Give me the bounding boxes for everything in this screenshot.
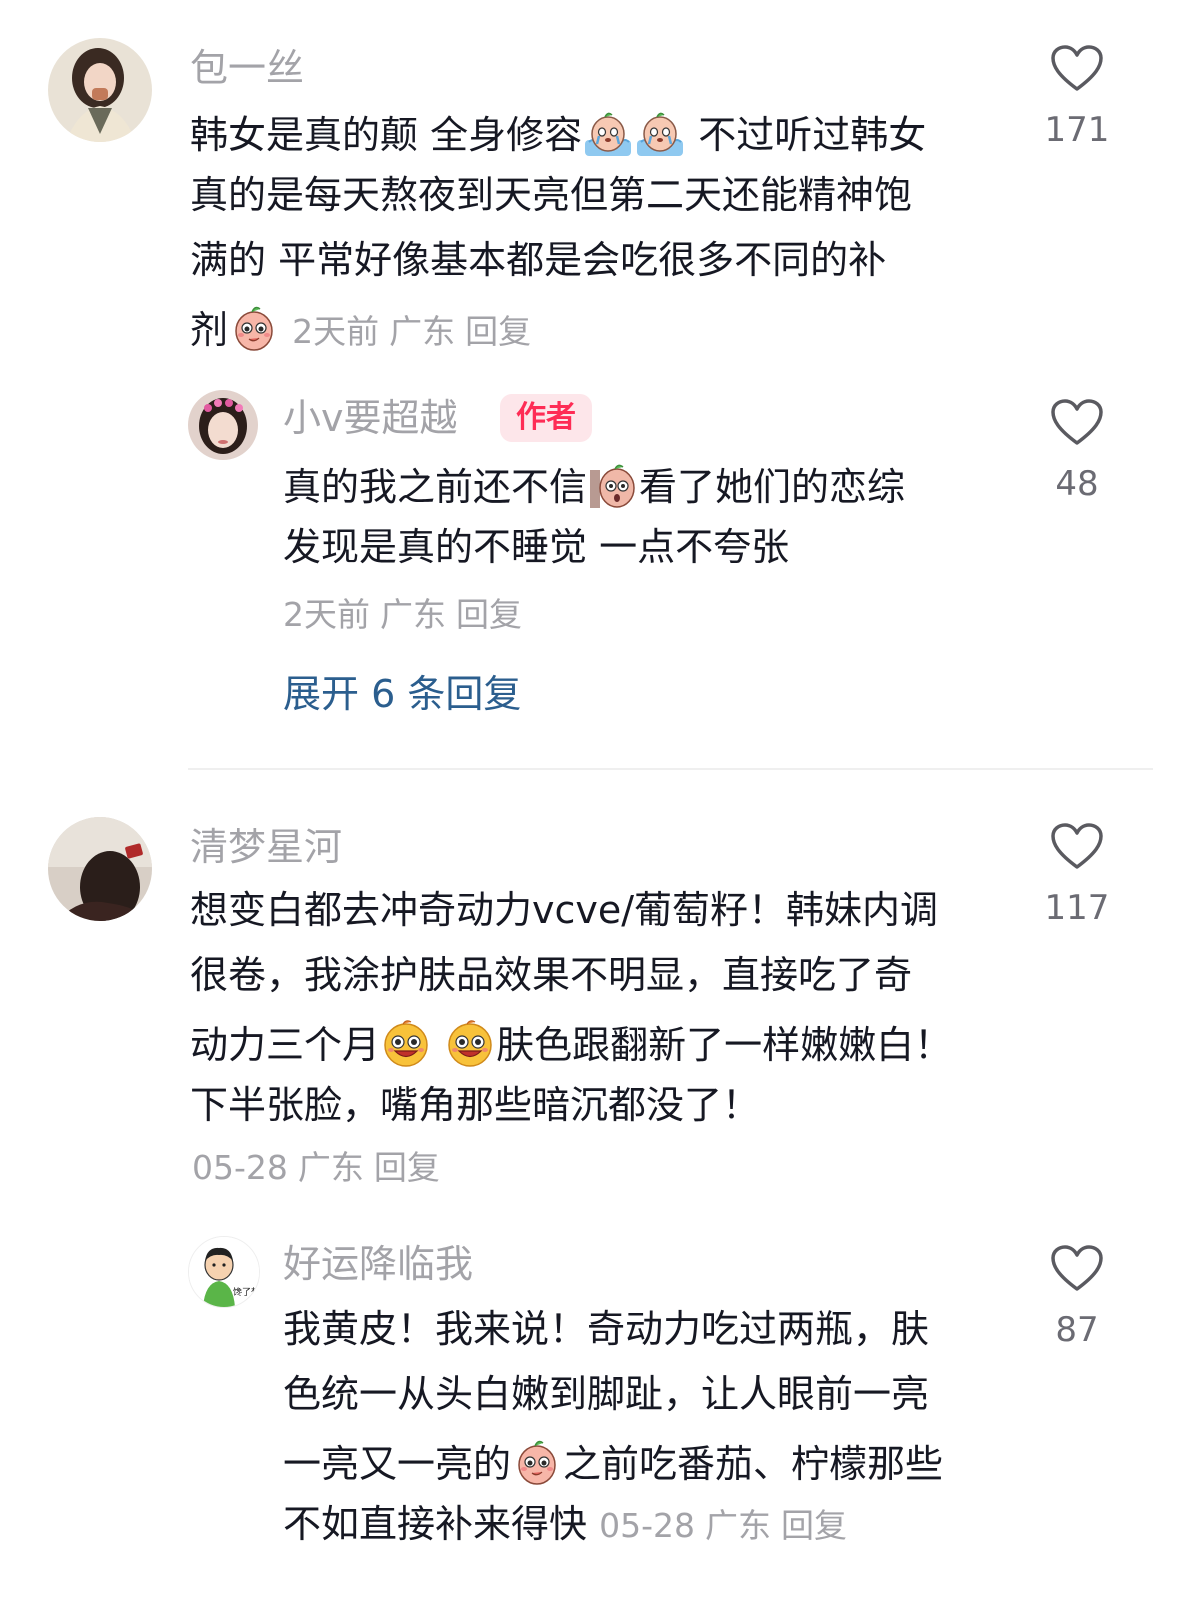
reply-button[interactable]: 回复 (374, 1148, 440, 1187)
reply-username[interactable]: 小v要超越 (283, 396, 458, 440)
comment-location: 广东 (297, 1148, 364, 1187)
comment-time: 2天前 (292, 312, 380, 351)
reply-location: 广东 (380, 595, 446, 634)
reply-button[interactable]: 回复 (456, 595, 522, 634)
comment-text-line: 很卷，我涂护肤品效果不明显，直接吃了奇 (190, 953, 913, 997)
avatar[interactable] (48, 817, 152, 921)
comment-text-line: 下半张脸，嘴角那些暗沉都没了！ (190, 1083, 761, 1127)
reply-text-line: 我黄皮！我来说！奇动力吃过两瓶，肤 (283, 1307, 930, 1351)
comment-meta: 05-28 广东 回复 (192, 1148, 450, 1188)
grin-face-emoji (381, 1018, 431, 1068)
reply-text-line: 不如直接补来得快 05-28 广东 回复 (283, 1502, 857, 1548)
reply-text-line: 一亮又一亮的 之前吃番茄、柠檬那些 (283, 1437, 943, 1487)
avatar[interactable] (188, 390, 258, 460)
comment-divider (188, 768, 1153, 770)
comment-time: 05-28 (192, 1148, 288, 1187)
reply-text-line: 色统一从头白嫩到脚趾，让人眼前一亮 (283, 1372, 930, 1416)
like-heart-icon[interactable] (1050, 398, 1104, 448)
like-count: 117 (1044, 888, 1110, 928)
author-badge: 作者 (500, 394, 592, 442)
reply-username[interactable]: 好运降临我 (283, 1242, 473, 1286)
comment-username[interactable]: 包一丝 (190, 46, 304, 90)
crying-bean-emoji (635, 108, 685, 158)
avatar-caption: 馋了想 (233, 1286, 259, 1298)
reply-meta: 2天前 广东 回复 (283, 595, 532, 635)
like-heart-icon[interactable] (1050, 822, 1104, 872)
comment-text-line: 真的是每天熬夜到天亮但第二天还能精神饱 (190, 173, 913, 217)
reply-location: 广东 (705, 1506, 771, 1545)
like-heart-icon[interactable] (1050, 1244, 1104, 1294)
comment-text-line: 动力三个月 肤色跟翻新了一样嫩嫩白！ (190, 1018, 952, 1068)
reply-text-line: 发现是真的不睡觉 一点不夸张 (283, 525, 790, 569)
reply-button[interactable]: 回复 (781, 1506, 847, 1545)
cute-bean-emoji (229, 303, 279, 353)
comment-meta: 2天前 广东 回复 (292, 312, 541, 351)
reply-button[interactable]: 回复 (465, 312, 531, 351)
reply-time: 05-28 (599, 1506, 695, 1545)
reply-meta: 05-28 广东 回复 (599, 1506, 857, 1545)
like-count: 48 (1055, 464, 1099, 504)
expand-replies-button[interactable]: 展开 6 条回复 (283, 672, 521, 716)
comment-text-line: 韩女是真的颠 全身修容 不过听过韩女 (190, 108, 926, 158)
like-heart-icon[interactable] (1050, 44, 1104, 94)
reply-time: 2天前 (283, 595, 370, 634)
shocked-bean-emoji (588, 460, 638, 510)
comment-location: 广东 (389, 312, 456, 351)
comment-text-line: 满的 平常好像基本都是会吃很多不同的补 (190, 238, 887, 282)
comment-text-line: 剂 2天前 广东 回复 (190, 303, 541, 354)
avatar[interactable] (48, 38, 152, 142)
reply-text-line: 真的我之前还不信 看了她们的恋综 (283, 460, 905, 510)
comment-username[interactable]: 清梦星河 (190, 825, 342, 869)
crying-bean-emoji (583, 108, 633, 158)
like-count: 171 (1044, 110, 1110, 150)
grin-face-emoji (445, 1018, 495, 1068)
like-count: 87 (1055, 1310, 1099, 1350)
cute-bean-emoji (512, 1437, 562, 1487)
avatar[interactable]: 馋了想 (188, 1236, 260, 1308)
comment-text-line: 想变白都去冲奇动力vcve/葡萄籽！韩妹内调 (190, 888, 939, 932)
